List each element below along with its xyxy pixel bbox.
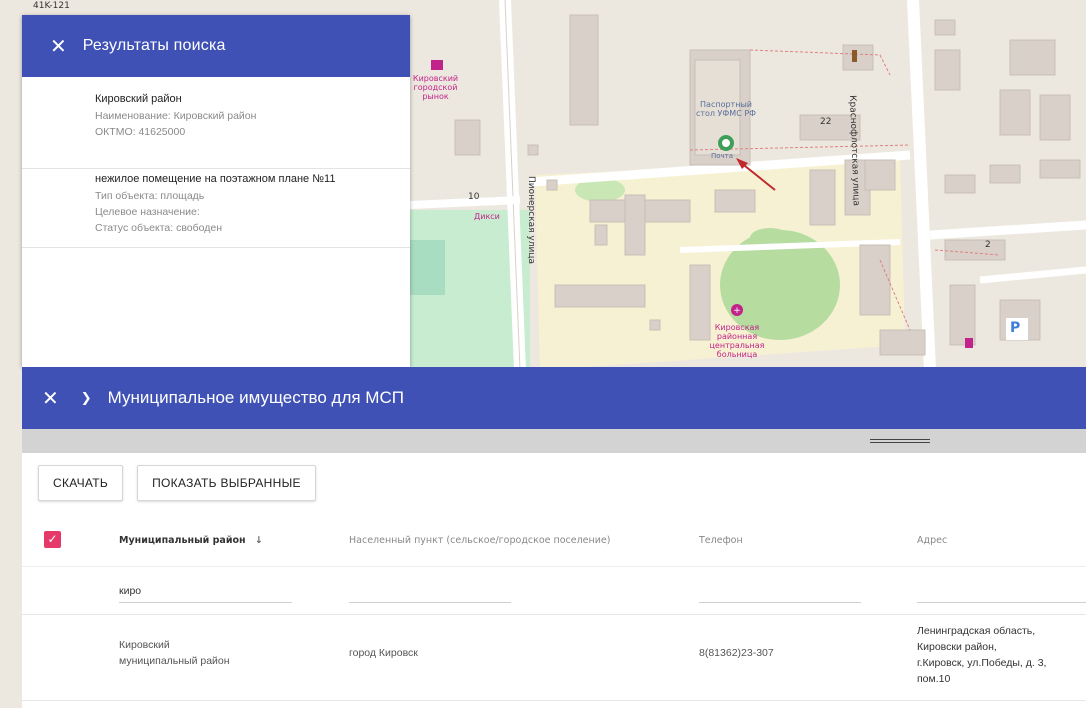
search-result-item[interactable]: Кировский район Наименование: Кировский … (22, 77, 410, 169)
cell-district-line: муниципальный район (119, 655, 230, 667)
arrow-down-icon[interactable]: ↓ (255, 535, 263, 546)
column-header-label: Муниципальный район (119, 535, 246, 546)
toolbar: СКАЧАТЬ ПОКАЗАТЬ ВЫБРАННЫЕ (22, 453, 1086, 513)
cell-address-line: Ленинградская область, (917, 625, 1036, 637)
parking-icon: P (1010, 320, 1021, 336)
phone-filter-input[interactable] (699, 579, 861, 603)
map-label-building-10: 10 (468, 192, 480, 202)
result-title: нежилое помещение на поэтажном плане №11 (95, 173, 336, 185)
column-header-address[interactable]: Адрес (917, 535, 947, 546)
cell-address: Ленинградская область, Кировски район, г… (917, 623, 1046, 687)
settlement-filter-input[interactable] (349, 579, 511, 603)
search-result-item[interactable]: нежилое помещение на поэтажном плане №11… (22, 169, 410, 248)
close-icon[interactable]: ✕ (50, 36, 67, 56)
map-label-hospital[interactable]: Кировская районная центральная больница (703, 323, 771, 359)
chevron-down-icon[interactable]: ❯ (81, 391, 92, 406)
download-button[interactable]: СКАЧАТЬ (38, 465, 124, 501)
search-results-header: ✕ Результаты поиска (22, 15, 410, 77)
map-label-passport-office[interactable]: Паспортный стол УФМС РФ (694, 100, 758, 118)
data-panel-header: ✕ ❯ Муниципальное имущество для МСП (22, 367, 1086, 429)
column-header-district[interactable]: Муниципальный район ↓ (119, 535, 263, 546)
resize-bar[interactable] (22, 429, 1086, 453)
cell-settlement: город Кировск (349, 647, 418, 659)
svg-text:+: + (733, 306, 741, 316)
data-panel-title: Муниципальное имущество для МСП (107, 388, 404, 407)
show-selected-button[interactable]: ПОКАЗАТЬ ВЫБРАННЫЕ (137, 465, 316, 501)
map-label-poi[interactable]: Почта (711, 152, 733, 161)
cell-address-line: Кировски район, (917, 641, 997, 653)
close-icon[interactable]: ✕ (42, 388, 59, 408)
map-house-number: 41K-121 (33, 1, 70, 11)
address-filter-input[interactable] (917, 579, 1086, 603)
drag-handle-icon[interactable] (870, 439, 930, 443)
map-label-market[interactable]: Кировский городской рынок (408, 74, 463, 101)
map-label-pionerskaya: Пионерская улица (526, 176, 536, 265)
cell-address-line: пом.10 (917, 673, 951, 685)
result-detail: Наименование: Кировский район (95, 110, 257, 122)
filter-row: киро (22, 567, 1086, 615)
map-label-building-2: 2 (985, 240, 991, 250)
property-table: ✓ Муниципальный район ↓ Населенный пункт… (22, 513, 1086, 701)
table-header-row: ✓ Муниципальный район ↓ Населенный пункт… (22, 513, 1086, 567)
result-detail: ОКТМО: 41625000 (95, 126, 186, 138)
column-header-settlement[interactable]: Населенный пункт (сельское/городское пос… (349, 535, 610, 546)
result-title: Кировский район (95, 93, 182, 105)
cell-address-line: г.Кировск, ул.Победы, д. 3, (917, 657, 1047, 669)
result-detail: Целевое назначение: (95, 206, 200, 218)
cell-district: Кировский муниципальный район (119, 637, 230, 669)
district-filter-input[interactable]: киро (119, 579, 292, 603)
column-header-phone[interactable]: Телефон (699, 535, 743, 546)
search-results-title: Результаты поиска (82, 37, 226, 54)
data-panel: ✕ ❯ Муниципальное имущество для МСП СКАЧ… (22, 367, 1086, 708)
result-detail: Статус объекта: свободен (95, 222, 223, 234)
cell-phone: 8(81362)23-307 (699, 647, 774, 659)
result-detail: Тип объекта: площадь (95, 190, 205, 202)
map-label-building-22: 22 (820, 117, 832, 127)
map-label-diksi[interactable]: Дикси (474, 212, 500, 221)
cell-district-line: Кировский (119, 639, 170, 651)
select-all-checkbox[interactable]: ✓ (44, 531, 61, 548)
search-results-panel: ✕ Результаты поиска Кировский район Наим… (22, 15, 410, 367)
table-row[interactable]: Кировский муниципальный район город Киро… (22, 615, 1086, 701)
